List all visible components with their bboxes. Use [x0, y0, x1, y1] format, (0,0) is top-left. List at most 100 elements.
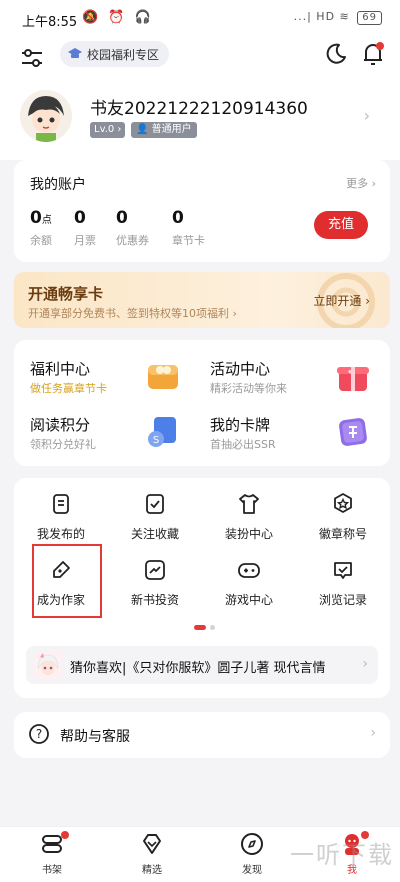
gift-icon — [337, 367, 369, 391]
vip-card[interactable]: 开通畅享卡 开通享部分免费书、签到特权等10项福利 › 立即开通 › — [14, 272, 390, 328]
notification-bell[interactable] — [360, 40, 386, 68]
balance-value: 0 — [30, 208, 42, 228]
nav-item-bookshelf[interactable]: 书架 — [12, 831, 92, 876]
status-signal: ...| HD ≋ 69 — [294, 10, 382, 25]
svg-text:S: S — [153, 435, 159, 446]
chevron-right-icon[interactable]: › — [364, 106, 370, 125]
help-card[interactable]: ? 帮助与客服 › — [14, 712, 390, 758]
benefit-item-activity[interactable]: 活动中心 精彩活动等你来 — [202, 350, 388, 402]
book-cover-thumbnail — [34, 651, 62, 679]
compass-icon — [241, 833, 263, 855]
profile-header[interactable]: 书友20221222120914360 Lv.0 › 👤 普通用户 › — [0, 80, 400, 160]
avatar-illustration — [20, 90, 72, 142]
chevron-right-icon: › — [365, 294, 370, 308]
recommend-bar[interactable]: 猜你喜欢|《只对你服软》圆子儿著 现代言情 › — [26, 646, 378, 684]
benefit-title: 福利中心 — [30, 360, 91, 378]
user-type-label: 普通用户 — [151, 124, 192, 135]
tool-label: 浏览记录 — [318, 593, 367, 607]
tool-label: 游戏中心 — [224, 593, 273, 607]
filter-settings-icon[interactable] — [18, 44, 46, 72]
tool-label: 装扮中心 — [224, 527, 273, 541]
svg-text:?: ? — [36, 727, 42, 741]
benefit-card: 福利中心 做任务赢章节卡 活动中心 精彩活动等你来 阅读积分 领积分兑好礼 S … — [14, 340, 390, 466]
card-icon — [339, 418, 367, 446]
check-doc-icon — [146, 494, 164, 514]
benefit-item-cards[interactable]: 我的卡牌 首抽必出SSR — [202, 406, 388, 458]
vip-desc: 开通享部分免费书、签到特权等10项福利 › — [28, 307, 237, 320]
badge-icon — [334, 493, 352, 513]
tool-game-center[interactable]: 游戏中心 — [202, 558, 296, 620]
username: 书友20221222120914360 — [90, 99, 308, 119]
top-bar: 校园福利专区 — [0, 36, 400, 80]
pager-dot — [210, 625, 215, 630]
coin-box-icon — [148, 365, 178, 389]
notification-dot — [376, 42, 384, 50]
benefit-desc: 首抽必出SSR — [210, 438, 276, 451]
tool-badges[interactable]: 徽章称号 — [296, 492, 390, 554]
status-notification-icons: 🔕 ⏰ 🎧 — [82, 10, 154, 25]
user-type-badge: 👤 普通用户 — [131, 122, 197, 138]
chapter-card-value: 0 — [172, 208, 184, 228]
benefit-desc: 做任务赢章节卡 — [30, 382, 107, 395]
account-card: 我的账户 更多 › 0点 余额 0 月票 0 优惠券 0 章节卡 充值 — [14, 160, 390, 262]
account-monthly-ticket[interactable]: 0 月票 — [74, 208, 96, 248]
nav-item-discover[interactable]: 发现 — [212, 831, 292, 876]
coupon-label: 优惠券 — [116, 234, 149, 247]
vip-open-button[interactable]: 立即开通 › — [313, 292, 370, 309]
notification-dot — [61, 831, 69, 839]
benefit-item-welfare[interactable]: 福利中心 做任务赢章节卡 — [14, 350, 200, 402]
tshirt-icon — [239, 494, 259, 514]
nav-item-featured[interactable]: 精选 — [112, 831, 192, 876]
benefit-desc: 精彩活动等你来 — [210, 382, 287, 395]
account-more-link[interactable]: 更多 › — [346, 175, 376, 191]
account-chapter-card[interactable]: 0 章节卡 — [172, 208, 205, 248]
campus-label: 校园福利专区 — [87, 47, 160, 62]
campus-welfare-button[interactable]: 校园福利专区 — [60, 41, 170, 67]
tool-label: 关注收藏 — [130, 527, 179, 541]
pager-dot-active — [194, 625, 206, 630]
signal-icon: ...| HD ≋ — [293, 10, 350, 23]
anime-girl-icon — [34, 651, 62, 679]
history-icon — [334, 562, 352, 579]
status-bar: 上午8:55 🔕 ⏰ 🎧 ...| HD ≋ 69 — [0, 0, 400, 36]
tool-history[interactable]: 浏览记录 — [296, 558, 390, 620]
benefit-item-points[interactable]: 阅读积分 领积分兑好礼 S — [14, 406, 200, 458]
coupon-value: 0 — [116, 208, 128, 228]
avatar[interactable] — [20, 90, 72, 142]
help-label: 帮助与客服 — [60, 729, 130, 745]
benefit-title: 活动中心 — [210, 360, 271, 378]
tool-new-book-invest[interactable]: 新书投资 — [108, 558, 202, 620]
points-book-icon: S — [148, 417, 176, 447]
recommend-text: 猜你喜欢|《只对你服软》圆子儿著 现代言情 — [70, 661, 326, 676]
document-icon — [53, 494, 69, 514]
benefit-desc: 领积分兑好礼 — [30, 438, 96, 451]
account-coupon[interactable]: 0 优惠券 — [116, 208, 149, 248]
balance-label: 余额 — [30, 234, 52, 247]
tool-label: 徽章称号 — [318, 527, 367, 541]
battery-icon: 69 — [357, 11, 382, 25]
nav-label: 发现 — [242, 865, 262, 876]
benefit-title: 我的卡牌 — [210, 416, 271, 434]
night-mode-icon[interactable] — [324, 42, 348, 66]
nav-label: 书架 — [42, 865, 62, 876]
level-badge[interactable]: Lv.0 › — [90, 122, 126, 138]
tool-follow-collect[interactable]: 关注收藏 — [108, 492, 202, 554]
chapter-card-label: 章节卡 — [172, 234, 205, 247]
recharge-button[interactable]: 充值 — [314, 211, 368, 239]
vip-open-label: 立即开通 — [313, 294, 362, 308]
gamepad-icon — [238, 563, 260, 578]
graduation-cap-icon — [68, 48, 82, 58]
account-balance[interactable]: 0点 余额 — [30, 208, 52, 248]
tool-label: 我发布的 — [36, 527, 85, 541]
monthly-ticket-value: 0 — [74, 208, 86, 228]
tool-dressup[interactable]: 装扮中心 — [202, 492, 296, 554]
help-icon: ? — [29, 724, 49, 744]
chevron-right-icon: › — [362, 656, 368, 672]
trend-icon — [145, 560, 165, 580]
balance-unit: 点 — [41, 215, 52, 226]
watermark-text: 一听下载 — [290, 841, 394, 869]
chevron-right-icon: › — [370, 725, 376, 741]
tool-label: 新书投资 — [130, 593, 179, 607]
diamond-icon — [143, 834, 161, 854]
bottom-nav: 书架 精选 发现 我 一听下载 — [0, 826, 400, 882]
